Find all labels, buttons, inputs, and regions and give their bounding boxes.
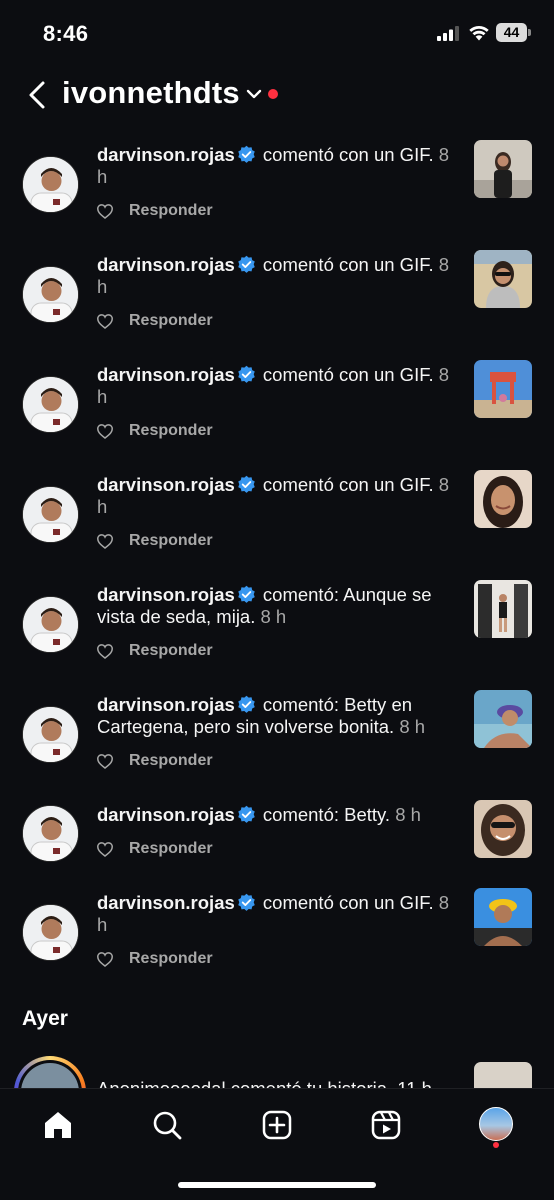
heart-icon[interactable] <box>97 842 113 857</box>
notification-text: darvinson.rojas comentó: Aunque se vista… <box>97 584 457 628</box>
time-ago: 8 h <box>260 606 287 627</box>
reply-button[interactable]: Responder <box>129 752 213 770</box>
profile-notification-dot <box>493 1142 499 1148</box>
reply-button[interactable]: Responder <box>129 840 213 858</box>
notification-item-partial[interactable]: Anonimoooodal comentó tu historia. 11 h <box>0 1052 554 1088</box>
home-indicator <box>178 1182 376 1188</box>
reply-button[interactable]: Responder <box>129 312 213 330</box>
reply-button[interactable]: Responder <box>129 532 213 550</box>
username[interactable]: darvinson.rojas <box>97 694 235 715</box>
notifications-screen: 8:46 44 ivonnethdts darvinson.rojas come… <box>0 0 554 1200</box>
story-avatar[interactable] <box>14 1056 86 1088</box>
back-arrow-icon[interactable] <box>24 78 50 112</box>
post-thumbnail[interactable] <box>474 888 532 946</box>
section-title-yesterday: Ayer <box>22 1007 68 1030</box>
profile-avatar <box>479 1107 513 1141</box>
tab-search[interactable] <box>147 1105 187 1145</box>
verified-badge-icon <box>238 585 255 603</box>
reply-button[interactable]: Responder <box>129 950 213 968</box>
avatar[interactable] <box>22 376 79 433</box>
reply-button[interactable]: Responder <box>129 202 213 220</box>
notification-text: darvinson.rojas comentó con un GIF. 8 h <box>97 144 457 188</box>
verified-badge-icon <box>238 805 255 823</box>
chevron-down-icon[interactable] <box>245 87 263 101</box>
wifi-icon <box>469 25 489 41</box>
comment-text: comentó con un GIF. <box>257 892 434 913</box>
username[interactable]: darvinson.rojas <box>97 804 235 825</box>
tab-create[interactable] <box>257 1105 297 1145</box>
status-time: 8:46 <box>43 21 89 46</box>
verified-badge-icon <box>238 365 255 383</box>
heart-icon[interactable] <box>97 424 113 439</box>
verified-badge-icon <box>238 695 255 713</box>
notification-text: darvinson.rojas comentó con un GIF. 8 h <box>97 254 457 298</box>
notification-text: darvinson.rojas comentó con un GIF. 8 h <box>97 364 457 408</box>
notification-text: darvinson.rojas comentó con un GIF. 8 h <box>97 892 457 936</box>
username[interactable]: darvinson.rojas <box>97 474 235 495</box>
comment-text: comentó con un GIF. <box>257 474 434 495</box>
comment-text: comentó con un GIF. <box>257 364 434 385</box>
post-thumbnail[interactable] <box>474 250 532 308</box>
notification-text: Anonimoooodal comentó tu historia. 11 h <box>97 1078 432 1088</box>
post-thumbnail[interactable] <box>474 580 532 638</box>
username[interactable]: darvinson.rojas <box>97 584 235 605</box>
status-bar: 8:46 44 <box>0 0 554 64</box>
heart-icon[interactable] <box>97 314 113 329</box>
header: ivonnethdts <box>0 66 554 126</box>
battery-tip <box>528 29 531 36</box>
username[interactable]: darvinson.rojas <box>97 144 235 165</box>
reply-button[interactable]: Responder <box>129 642 213 660</box>
search-icon <box>153 1111 182 1140</box>
account-title[interactable]: ivonnethdts <box>62 75 240 111</box>
heart-icon[interactable] <box>97 644 113 659</box>
battery-level: 44 <box>496 23 527 42</box>
notification-text: darvinson.rojas comentó: Betty en Carteg… <box>97 694 457 738</box>
username[interactable]: darvinson.rojas <box>97 892 235 913</box>
battery-indicator: 44 <box>496 23 531 42</box>
create-icon <box>262 1110 292 1140</box>
tab-profile[interactable] <box>475 1105 515 1145</box>
avatar[interactable] <box>22 596 79 653</box>
cellular-signal-icon <box>437 26 459 41</box>
avatar[interactable] <box>22 706 79 763</box>
username[interactable]: darvinson.rojas <box>97 364 235 385</box>
post-thumbnail[interactable] <box>474 470 532 528</box>
verified-badge-icon <box>238 255 255 273</box>
avatar[interactable] <box>22 904 79 961</box>
home-icon <box>45 1112 71 1138</box>
verified-badge-icon <box>238 893 255 911</box>
time-ago: 8 h <box>395 804 421 825</box>
heart-icon[interactable] <box>97 534 113 549</box>
heart-icon[interactable] <box>97 952 113 967</box>
username[interactable]: darvinson.rojas <box>97 254 235 275</box>
heart-icon[interactable] <box>97 754 113 769</box>
post-thumbnail[interactable] <box>474 140 532 198</box>
notification-text: darvinson.rojas comentó con un GIF. 8 h <box>97 474 457 518</box>
notification-text: darvinson.rojas comentó: Betty. 8 h <box>97 804 457 826</box>
post-thumbnail[interactable] <box>474 800 532 858</box>
reels-icon <box>371 1110 401 1140</box>
verified-badge-icon <box>238 145 255 163</box>
tab-reels[interactable] <box>366 1105 406 1145</box>
comment-text: comentó con un GIF. <box>257 254 434 275</box>
comment-text: comentó con un GIF. <box>257 144 434 165</box>
avatar[interactable] <box>22 156 79 213</box>
post-thumbnail[interactable] <box>474 1062 532 1088</box>
avatar[interactable] <box>22 266 79 323</box>
post-thumbnail[interactable] <box>474 360 532 418</box>
heart-icon[interactable] <box>97 204 113 219</box>
comment-text: comentó: Betty. <box>257 804 391 825</box>
verified-badge-icon <box>238 475 255 493</box>
unread-dot <box>268 89 278 99</box>
avatar[interactable] <box>22 805 79 862</box>
reply-button[interactable]: Responder <box>129 422 213 440</box>
post-thumbnail[interactable] <box>474 690 532 748</box>
avatar[interactable] <box>22 486 79 543</box>
tab-home[interactable] <box>38 1105 78 1145</box>
time-ago: 8 h <box>399 716 426 737</box>
